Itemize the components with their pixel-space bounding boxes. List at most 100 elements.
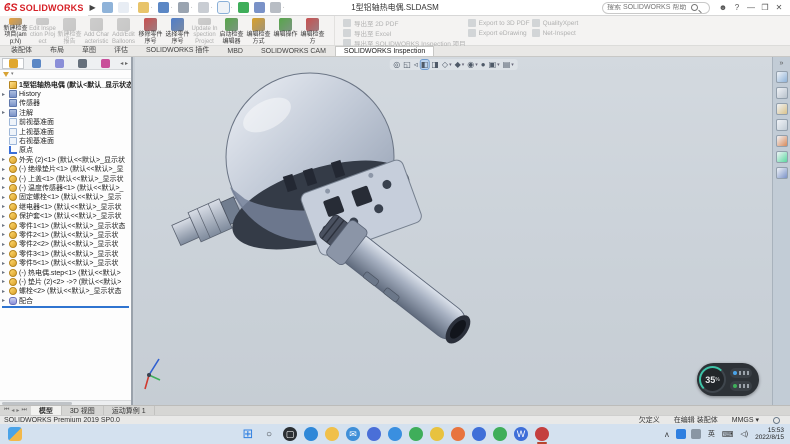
tree-item[interactable]: ▸零件1<1> (默认<<默认>_显示状态 (0, 221, 131, 230)
dropdown-caret-icon[interactable]: · (283, 5, 285, 11)
rollback-bar[interactable] (2, 306, 129, 308)
status-units[interactable]: MMGS ▾ (732, 416, 759, 424)
tree-item[interactable]: ▸固定螺栓<1> (默认<<默认>_显示 (0, 193, 131, 202)
remove-balloons-button[interactable]: 移除零件序号 (137, 16, 164, 45)
help-icon[interactable]: ? (730, 3, 744, 12)
home-icon[interactable] (102, 2, 113, 13)
edit-inspection-method-button[interactable]: 编辑检查方式 (245, 16, 272, 45)
filter-funnel-icon[interactable] (3, 72, 9, 77)
expand-arrow-icon[interactable]: ▸ (2, 91, 9, 98)
word-icon[interactable]: W (514, 427, 528, 441)
tree-item[interactable]: ▸(-) 垫片 (2)<2> ->? (默认<<默认> (0, 277, 131, 286)
ime-language-indicator[interactable]: 英 (708, 429, 715, 439)
start-icon[interactable]: ⊞ (241, 427, 255, 441)
launch-inspection-editor-button[interactable]: 启动检查编辑器 (218, 16, 245, 45)
tree-item[interactable]: 传感器 (0, 99, 131, 108)
tab-scroll-arrow-icon[interactable]: ◂ (11, 407, 14, 414)
expand-arrow-icon[interactable]: ▸ (2, 250, 9, 257)
tree-item[interactable]: 上视基准面 (0, 127, 131, 136)
chrome-icon[interactable] (430, 427, 444, 441)
print-icon[interactable] (178, 2, 189, 13)
expand-arrow-icon[interactable]: ▸ (2, 194, 9, 201)
expand-arrow-icon[interactable]: ▸ (2, 260, 9, 267)
tab-装配体[interactable]: 装配体 (2, 43, 41, 56)
tab-scroll-arrow-icon[interactable]: ⏮ (4, 407, 9, 414)
recorder-button-bottom[interactable] (730, 381, 752, 391)
tree-item[interactable]: ▸零件3<1> (默认<<默认>_显示状 (0, 249, 131, 258)
dropdown-caret-icon[interactable]: · (191, 5, 193, 11)
tab-solidworks-inspection[interactable]: SOLIDWORKS Inspection (335, 46, 434, 56)
taskbar-clock[interactable]: 15:53 2022/8/15 (755, 427, 784, 441)
tree-item[interactable]: ▸零件5<1> (默认<<默认>_显示状 (0, 258, 131, 267)
tree-item[interactable]: ▸配合 (0, 296, 131, 305)
tree-item[interactable]: ▸螺栓<2> (默认<<默认>_显示状态 (0, 287, 131, 296)
tab-solidworks-cam[interactable]: SOLIDWORKS CAM (252, 46, 335, 56)
status-globe-icon[interactable] (773, 417, 780, 424)
file-properties-icon[interactable] (254, 2, 265, 13)
recorder-progress-circle[interactable]: 35% (699, 366, 726, 393)
expand-arrow-icon[interactable]: ▸ (2, 175, 9, 182)
firefox-icon[interactable] (451, 427, 465, 441)
dimxpertmanager-tab[interactable] (71, 58, 93, 69)
expand-arrow-icon[interactable]: ▸ (2, 109, 9, 116)
widgets-icon[interactable] (8, 427, 22, 441)
dropdown-caret-icon[interactable]: · (231, 5, 233, 11)
close-icon[interactable]: ✕ (772, 3, 786, 12)
dropdown-caret-icon[interactable]: · (211, 5, 213, 11)
edge-icon[interactable] (304, 427, 318, 441)
solidworks-resources-icon[interactable] (776, 87, 788, 99)
search-icon[interactable] (691, 4, 698, 11)
configurationmanager-tab[interactable] (48, 58, 70, 69)
expand-arrow-icon[interactable]: ▸ (2, 213, 9, 220)
appearances-icon[interactable] (776, 151, 788, 163)
tree-filter-row[interactable]: ▾ (0, 70, 131, 79)
dropdown-caret-icon[interactable]: · (131, 5, 133, 11)
tree-item[interactable]: ▸外壳 (2)<1> (默认<<默认>_显示状 (0, 155, 131, 164)
file-explorer-icon[interactable] (776, 119, 788, 131)
propertymanager-tab[interactable] (25, 58, 47, 69)
tree-item[interactable]: ▸(-) 绝缘垫片<1> (默认<<默认>_显 (0, 165, 131, 174)
panel-tab-scroll-arrows[interactable]: ◂ ▸ (120, 60, 131, 67)
tab-solidworks-插件[interactable]: SOLIDWORKS 插件 (137, 43, 218, 56)
expand-arrow-icon[interactable]: ▸ (2, 278, 9, 285)
tree-item[interactable]: ▸保护套<1> (默认<<默认>_显示状 (0, 211, 131, 220)
screen-recorder-widget[interactable]: 35% (697, 363, 759, 396)
doc-tab-3D-视图[interactable]: 3D 视图 (62, 406, 104, 415)
undo-icon[interactable] (198, 2, 209, 13)
solidworks-icon[interactable] (535, 427, 549, 441)
login-icon[interactable]: ☻ (716, 3, 730, 12)
minimize-icon[interactable]: — (744, 3, 758, 12)
volume-icon[interactable]: ◁) (740, 430, 748, 438)
tree-item[interactable]: ▸History (0, 89, 131, 98)
expand-arrow-icon[interactable]: ▸ (2, 166, 9, 173)
options-icon[interactable] (270, 2, 281, 13)
task-view-icon[interactable]: ▢ (283, 427, 297, 441)
displaymanager-tab[interactable] (94, 58, 116, 69)
doc-tab-模型[interactable]: 模型 (31, 406, 62, 415)
recorder-button-top[interactable] (730, 368, 752, 378)
expand-arrow-icon[interactable]: ▸ (2, 222, 9, 229)
mail-icon[interactable]: ✉ (346, 427, 360, 441)
app-green-circle-icon[interactable] (409, 427, 423, 441)
tree-item[interactable]: 右视基准面 (0, 136, 131, 145)
search-box[interactable] (602, 2, 710, 14)
graphics-viewport[interactable]: ◎◱◃◧◨◇▾◆▾◉▾●▣▾▤▾ (135, 57, 772, 405)
expand-arrow-icon[interactable]: ▸ (2, 184, 9, 191)
doc-tab-运动算例-1[interactable]: 运动算例 1 (104, 406, 155, 415)
expand-arrow-icon[interactable]: ▸ (2, 156, 9, 163)
cad-app-icon[interactable] (472, 427, 486, 441)
dropdown-caret-icon[interactable]: · (171, 5, 173, 11)
expand-arrow-icon[interactable]: ▸ (2, 203, 9, 210)
restore-icon[interactable]: ❐ (758, 3, 772, 12)
file-explorer-icon[interactable] (325, 427, 339, 441)
tree-item[interactable]: ▸(-) 热电偶.step<1> (默认<<默认> (0, 268, 131, 277)
open-file-icon[interactable] (138, 2, 149, 13)
expand-arrow-icon[interactable]: ▸ (2, 269, 9, 276)
tab-scroll-arrow-icon[interactable]: ▸ (16, 407, 19, 414)
rebuild-icon[interactable] (238, 2, 249, 13)
store-icon[interactable] (367, 427, 381, 441)
filter-caret-icon[interactable]: ▾ (11, 71, 14, 77)
search-input[interactable] (607, 4, 691, 11)
tree-item[interactable]: ▸(-) 温度传感器<1> (默认<<默认>_ (0, 183, 131, 192)
select-icon[interactable] (218, 2, 229, 13)
